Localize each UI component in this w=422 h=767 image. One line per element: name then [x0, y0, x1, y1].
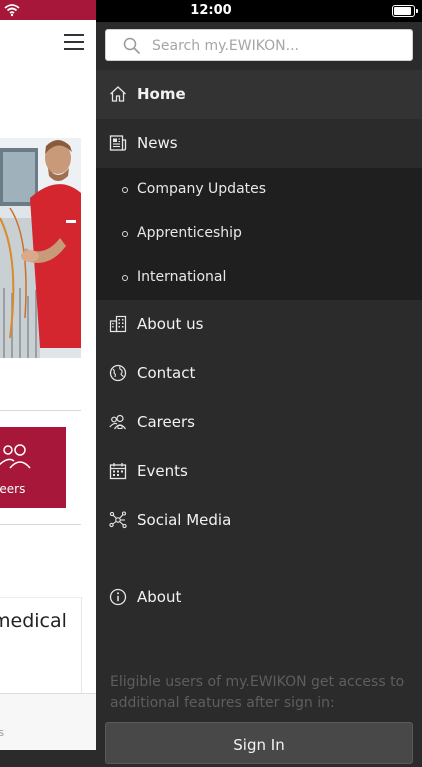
search-bar — [96, 22, 422, 70]
menu-item-news[interactable]: News — [96, 119, 422, 168]
menu-item-label: Contact — [137, 364, 196, 382]
menu-item-label: Home — [137, 85, 186, 103]
tab-label[interactable]: ts — [0, 726, 4, 739]
wifi-icon — [4, 4, 20, 17]
background-status-bar — [0, 0, 96, 20]
search-icon — [123, 37, 141, 55]
menu-item-about-us[interactable]: About us — [96, 300, 422, 349]
submenu-item-label: International — [137, 269, 227, 285]
hero-photo — [0, 138, 81, 358]
menu-item-events[interactable]: Events — [96, 447, 422, 496]
battery-icon — [392, 5, 418, 17]
submenu-item-label: Company Updates — [137, 181, 267, 197]
people-icon — [109, 414, 126, 430]
menu-item-label: Events — [137, 462, 188, 480]
bullet-icon — [122, 231, 128, 237]
menu-item-label: About — [137, 588, 182, 606]
network-icon — [109, 511, 127, 529]
status-time: 12:00 — [190, 3, 232, 18]
hamburger-menu-icon[interactable] — [64, 34, 84, 50]
people-icon — [0, 444, 31, 469]
divider — [0, 410, 81, 411]
careers-tile[interactable]: rreers — [0, 427, 66, 508]
menu-item-label: Careers — [137, 413, 195, 431]
sign-in-button[interactable]: Sign In — [105, 722, 413, 764]
sign-in-note: Eligible users of my.EWIKON get access t… — [110, 674, 405, 711]
newspaper-icon — [109, 135, 127, 151]
divider — [0, 524, 81, 525]
search-box[interactable] — [105, 29, 413, 61]
submenu-item-company-updates[interactable]: Company Updates — [96, 168, 422, 212]
menu-item-label: About us — [137, 315, 204, 333]
bullet-icon — [122, 275, 128, 281]
news-submenu: Company Updates Apprenticeship Internati… — [96, 168, 422, 300]
buildings-icon — [109, 315, 127, 333]
card-title: medical — [0, 610, 67, 632]
search-input[interactable] — [150, 34, 404, 58]
background-page: rreers medical ts — [0, 0, 96, 750]
bullet-icon — [122, 187, 128, 193]
menu-item-about[interactable]: About — [96, 573, 422, 622]
submenu-item-apprenticeship[interactable]: Apprenticeship — [96, 212, 422, 256]
submenu-item-label: Apprenticeship — [137, 225, 242, 241]
menu-item-careers[interactable]: Careers — [96, 398, 422, 447]
submenu-item-international[interactable]: International — [96, 256, 422, 300]
careers-tile-label: rreers — [0, 482, 26, 496]
navigation-drawer: 12:00 Home — [96, 0, 422, 764]
drawer-menu: Home News Company Updates Apprenticeship… — [96, 70, 422, 545]
menu-item-label: News — [137, 134, 178, 152]
menu-item-contact[interactable]: Contact — [96, 349, 422, 398]
menu-item-home[interactable]: Home — [96, 70, 422, 119]
menu-item-label: Social Media — [137, 511, 232, 529]
content-card[interactable]: medical — [0, 597, 82, 694]
status-bar: 12:00 — [96, 0, 422, 22]
info-icon — [109, 588, 127, 606]
home-icon — [110, 86, 126, 102]
bottom-tab-bar: ts — [0, 693, 96, 750]
calendar-icon — [109, 463, 127, 480]
menu-item-social-media[interactable]: Social Media — [96, 496, 422, 545]
globe-icon — [109, 364, 127, 382]
